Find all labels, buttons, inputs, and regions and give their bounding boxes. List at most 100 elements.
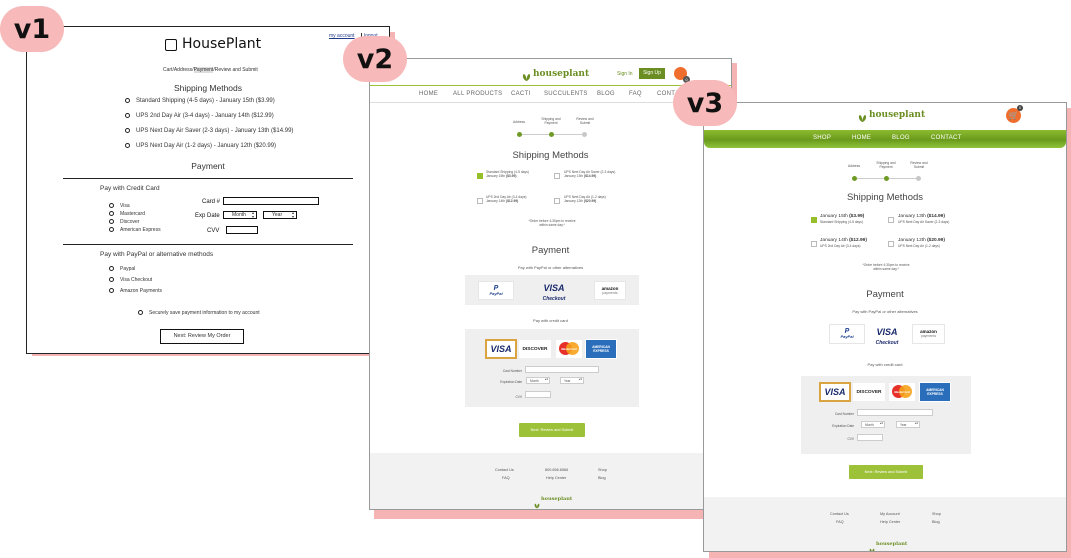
exp-year-select[interactable]: Year bbox=[560, 377, 584, 384]
payment-title: Payment bbox=[866, 289, 904, 300]
shipping-checkbox[interactable] bbox=[888, 241, 894, 247]
shipping-option[interactable]: UPS 2nd Day Air (3-4 days) - January 14t… bbox=[125, 113, 274, 119]
card-type-option[interactable]: American Express bbox=[109, 227, 161, 233]
shipping-option[interactable]: January 14th ($12.99) UPS 2nd Day Air (3-… bbox=[820, 238, 882, 250]
payments-text: payments bbox=[920, 334, 937, 338]
shipping-option[interactable]: UPS Next Day Air (1-2 days) January 12th … bbox=[564, 195, 630, 203]
alt-method-label: Visa Checkout bbox=[120, 277, 153, 283]
alt-method-option[interactable]: Visa Checkout bbox=[109, 277, 152, 283]
nav-blog[interactable]: BLOG bbox=[597, 91, 615, 97]
nav-all-products[interactable]: ALL PRODUCTS bbox=[453, 91, 502, 97]
shipping-checkbox[interactable] bbox=[888, 217, 894, 223]
footer-account-link[interactable]: My Account bbox=[880, 512, 900, 516]
nav-home[interactable]: HOME bbox=[852, 135, 871, 141]
card-type-label: Discover bbox=[120, 219, 140, 225]
nav-faq[interactable]: FAQ bbox=[629, 91, 642, 97]
shipping-methods-title: Shipping Methods bbox=[512, 150, 589, 161]
nav-succulents[interactable]: SUCCULENTS bbox=[544, 91, 588, 97]
visa-checkout-button[interactable]: VISA Checkout bbox=[870, 327, 904, 347]
shipping-option[interactable]: UPS Next Day Air Saver (2-3 days) January… bbox=[564, 170, 630, 178]
shipping-checkbox[interactable] bbox=[554, 198, 560, 204]
sign-up-button[interactable]: Sign Up bbox=[639, 68, 665, 79]
shipping-option[interactable]: UPS 2nd Day Air (3-4 days) January 14th (… bbox=[486, 195, 546, 203]
shipping-checkbox[interactable] bbox=[554, 173, 560, 179]
card-number-input[interactable] bbox=[223, 197, 319, 205]
credit-card-label: Pay with credit card bbox=[867, 362, 903, 367]
visa-text: VISA bbox=[543, 283, 565, 293]
alt-method-option[interactable]: Paypal bbox=[109, 266, 135, 272]
v1-logo: HousePlant bbox=[182, 36, 262, 52]
next-review-submit-button[interactable]: Next: Review and Submit bbox=[519, 423, 585, 437]
exp-month-select[interactable]: Month bbox=[223, 211, 257, 219]
next-review-submit-button[interactable]: Next: Review and Submit bbox=[849, 465, 923, 479]
v3-logo[interactable]: houseplant bbox=[869, 110, 925, 120]
step-dot bbox=[852, 176, 857, 181]
footer-contact-link[interactable]: Contact Us bbox=[830, 512, 849, 516]
footer-blog-link[interactable]: Blog bbox=[932, 520, 940, 524]
amazon-payments-button[interactable]: amazon payments bbox=[594, 281, 626, 300]
cvv-input[interactable] bbox=[226, 226, 258, 234]
footer-shop-link[interactable]: Shop bbox=[932, 512, 941, 516]
breadcrumb-cart[interactable]: Cart bbox=[163, 67, 172, 73]
paypal-button[interactable]: P PayPal bbox=[478, 281, 514, 300]
exp-year-select[interactable]: Year bbox=[896, 421, 920, 428]
footer-faq-link[interactable]: FAQ bbox=[836, 520, 844, 524]
footer-shop-link[interactable]: Shop bbox=[598, 468, 607, 472]
shipping-option[interactable]: UPS Next Day Air (1-2 days) - January 12… bbox=[125, 143, 276, 149]
mastercard-text: MasterCard bbox=[561, 347, 577, 351]
card-number-input[interactable] bbox=[857, 409, 933, 416]
exp-year-select[interactable]: Year bbox=[263, 211, 297, 219]
shipping-option[interactable]: UPS Next Day Air Saver (2-3 days) - Janu… bbox=[125, 128, 293, 134]
shipping-checkbox[interactable] bbox=[811, 217, 817, 223]
mastercard-icon: MasterCard bbox=[556, 340, 582, 358]
cvv-input[interactable] bbox=[857, 434, 883, 441]
cvv-input[interactable] bbox=[525, 391, 551, 398]
next-review-button[interactable]: Next: Review My Order bbox=[160, 329, 244, 344]
visa-checkout-button[interactable]: VISA Checkout bbox=[537, 283, 571, 303]
save-payment-option[interactable]: Securely save payment information to my … bbox=[138, 310, 260, 316]
shipping-checkbox[interactable] bbox=[477, 198, 483, 204]
paypal-button[interactable]: P PayPal bbox=[829, 324, 865, 344]
breadcrumb-review[interactable]: Review and Submit bbox=[215, 67, 258, 73]
step-dot bbox=[916, 176, 921, 181]
footer-blog-link[interactable]: Blog bbox=[598, 476, 606, 480]
shipping-option[interactable]: January 13th ($14.99) UPS Next Day Air Sa… bbox=[898, 214, 964, 226]
shipping-methods-title: Shipping Methods bbox=[173, 83, 243, 93]
card-number-input[interactable] bbox=[525, 366, 599, 373]
nav-cacti[interactable]: CACTI bbox=[511, 91, 531, 97]
shipping-option-label: UPS 2nd Day Air (3-4 days) - January 14t… bbox=[136, 113, 274, 120]
exp-month-select[interactable]: Month bbox=[861, 421, 885, 428]
amazon-payments-button[interactable]: amazon payments bbox=[912, 324, 945, 344]
mastercard-text: MasterCard bbox=[894, 390, 910, 394]
card-type-option[interactable]: Mastercard bbox=[109, 211, 145, 217]
nav-home[interactable]: HOME bbox=[419, 91, 438, 97]
shipping-option[interactable]: Standard Shipping (4-5 days) - January 1… bbox=[125, 98, 275, 104]
shipping-option[interactable]: January 12th ($20.99) UPS Next Day Air (1… bbox=[898, 238, 964, 250]
cvv-label: CVV bbox=[207, 228, 220, 234]
footer-help-link[interactable]: Help Center bbox=[880, 520, 900, 524]
breadcrumb-payment[interactable]: Payment bbox=[193, 67, 214, 73]
footer-contact-link[interactable]: Contact Us bbox=[495, 468, 514, 472]
version-badge-v3: v3 bbox=[673, 80, 737, 126]
card-type-option[interactable]: Discover bbox=[109, 219, 139, 225]
nav-contact[interactable]: CONTACT bbox=[931, 135, 962, 141]
v2-logo[interactable]: houseplant bbox=[533, 69, 589, 79]
card-type-option[interactable]: Visa bbox=[109, 203, 130, 209]
shipping-checkbox[interactable] bbox=[811, 241, 817, 247]
nav-shop[interactable]: SHOP bbox=[813, 135, 831, 141]
alt-method-option[interactable]: Amazon Payments bbox=[109, 288, 162, 294]
shipping-option[interactable]: Standard Shipping (4-5 days) January 15th… bbox=[486, 170, 546, 178]
step-label: Address bbox=[512, 120, 526, 124]
my-account-link[interactable]: my account bbox=[329, 33, 355, 39]
footer-faq-link[interactable]: FAQ bbox=[502, 476, 510, 480]
nav-blog[interactable]: BLOG bbox=[892, 135, 910, 141]
breadcrumb: Cart/Address/Payment/Review and Submit bbox=[163, 67, 258, 73]
sign-in-link[interactable]: Sign In bbox=[617, 71, 633, 77]
shipping-checkbox[interactable] bbox=[477, 173, 483, 179]
footer-help-link[interactable]: Help Center bbox=[546, 476, 566, 480]
shipping-option[interactable]: January 15th ($3.99) Standard Shipping (4… bbox=[820, 214, 882, 226]
breadcrumb-address[interactable]: Address bbox=[174, 67, 192, 73]
footer-phone: 800.656.6566 bbox=[545, 468, 569, 472]
step-label: Review and Submit bbox=[910, 161, 928, 170]
exp-month-select[interactable]: Month bbox=[526, 377, 550, 384]
